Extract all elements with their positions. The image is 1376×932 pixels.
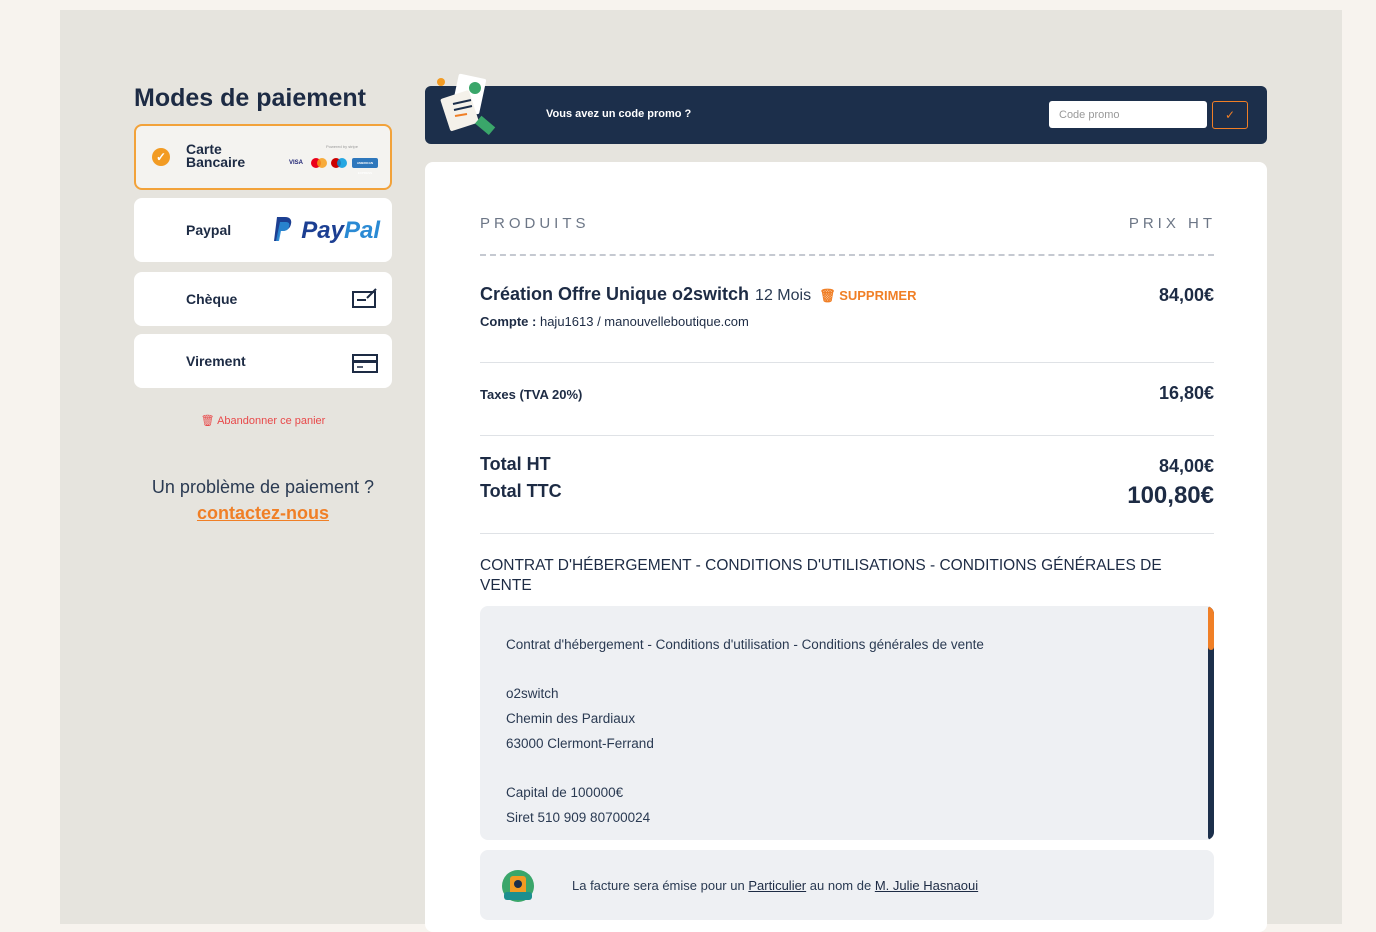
divider — [480, 533, 1214, 534]
cheque-icon — [352, 288, 377, 308]
contract-line: Siret 510 909 80700024 — [506, 810, 651, 825]
invoice-prefix: La facture sera émise pour un — [572, 878, 745, 893]
contract-gap — [506, 756, 1188, 780]
amex-logo: AMERICAN EXPRESS — [352, 158, 378, 175]
payment-method-card-label: Carte Bancaire — [186, 142, 246, 170]
contract-line: Contrat d'hébergement - Conditions d'uti… — [506, 637, 984, 652]
product-line: Création Offre Unique o2switch 12 Mois 🗑 S… — [480, 284, 917, 305]
product-price: 84,00€ — [1158, 285, 1214, 305]
price-column-header: PRIX HT — [1128, 215, 1216, 232]
total-ht-value: 84,00€ — [1158, 456, 1214, 476]
contract-line: Capital de 100000€ — [506, 785, 624, 800]
visa-logo: VISA — [288, 160, 303, 166]
contract-line: Chemin des Pardiaux — [506, 711, 636, 726]
payment-method-paypal-label: Paypal — [186, 222, 232, 238]
promo-illustration — [437, 73, 496, 136]
payment-method-cheque[interactable]: Chèque — [134, 272, 392, 326]
product-name: Création Offre Unique o2switch — [480, 284, 750, 304]
header-divider — [480, 254, 1214, 256]
paypal-logo: PayPal — [273, 216, 380, 245]
payment-method-virement[interactable]: Virement — [134, 334, 392, 388]
payment-method-virement-label: Virement — [186, 353, 246, 369]
payment-method-paypal[interactable]: Paypal PayPal — [134, 198, 392, 262]
selected-check-icon: ✓ — [152, 148, 170, 166]
taxes-label: Taxes (TVA 20%) — [480, 387, 583, 402]
invoice-info-box: La facture sera émise pour un Particulie… — [480, 850, 1214, 920]
trash-icon: 🗑 — [200, 415, 215, 427]
card-label-line2: Bancaire — [186, 154, 246, 170]
payment-method-cheque-label: Chèque — [186, 291, 238, 307]
payment-methods-title: Modes de paiement — [134, 84, 366, 112]
stripe-tag: Powered by stripe — [325, 144, 358, 149]
abandon-cart-label: Abandonner ce panier — [217, 415, 326, 427]
mastercard-logo — [311, 158, 327, 168]
trash-icon: 🗑 — [819, 288, 840, 303]
contract-line: 63000 Clermont-Ferrand — [506, 736, 654, 751]
invoice-text: La facture sera émise pour un Particulie… — [572, 878, 978, 893]
contract-gap — [506, 657, 1188, 681]
contract-scrollbar[interactable] — [1208, 606, 1214, 840]
check-icon: ✓ — [1224, 108, 1236, 122]
contract-scroll-box[interactable]: Contrat d'hébergement - Conditions d'uti… — [480, 606, 1214, 840]
promo-submit-button[interactable]: ✓ — [1212, 101, 1248, 129]
contact-link[interactable]: contactez-nous — [197, 503, 329, 523]
payment-help: Un problème de paiement ? contactez-nous — [134, 474, 392, 526]
paypal-pal-text: Pal — [343, 217, 380, 244]
card-brands-logos: Powered by stripe VISA AMERICAN EXPRESS — [286, 140, 378, 175]
payment-method-card[interactable]: ✓ Carte Bancaire Powered by stripe VISA … — [134, 124, 392, 190]
taxes-value: 16,80€ — [1158, 383, 1214, 403]
money-hand-icon — [502, 870, 534, 902]
maestro-logo — [331, 158, 347, 168]
account-value: haju1613 / manouvelleboutique.com — [539, 314, 749, 329]
contract-line: o2switch — [506, 686, 559, 701]
customer-name-link[interactable]: M. Julie Hasnaoui — [875, 878, 978, 893]
promo-bar: Vous avez un code promo ? ✓ — [425, 73, 1267, 144]
total-ttc-value: 100,80€ — [1127, 482, 1214, 509]
total-ht-label: Total HT — [480, 454, 551, 474]
delete-product-button[interactable]: 🗑 SUPPRIMER — [819, 288, 916, 303]
invoice-middle: au nom de — [809, 878, 872, 893]
total-ttc-label: Total TTC — [480, 481, 562, 501]
paypal-p-icon — [274, 217, 292, 241]
paypal-pay-text: Pay — [301, 217, 344, 244]
help-text: Un problème de paiement ? — [151, 477, 375, 497]
customer-type-link[interactable]: Particulier — [748, 878, 806, 893]
products-column-header: PRODUITS — [480, 215, 590, 232]
promo-question: Vous avez un code promo ? — [546, 108, 692, 120]
contract-title: CONTRAT D'HÉBERGEMENT - CONDITIONS D'UTI… — [480, 557, 1162, 594]
contract-scroll-thumb[interactable] — [1208, 606, 1214, 650]
abandon-cart-link[interactable]: 🗑 Abandonner ce panier — [134, 414, 392, 427]
delete-label: SUPPRIMER — [839, 288, 917, 303]
divider — [480, 362, 1214, 363]
promo-code-input[interactable] — [1049, 101, 1207, 128]
divider — [480, 435, 1214, 436]
bank-transfer-icon — [352, 354, 378, 373]
account-label: Compte : — [480, 314, 537, 329]
product-duration: 12 Mois — [755, 287, 812, 304]
product-account: Compte : haju1613 / manouvelleboutique.c… — [480, 314, 749, 329]
